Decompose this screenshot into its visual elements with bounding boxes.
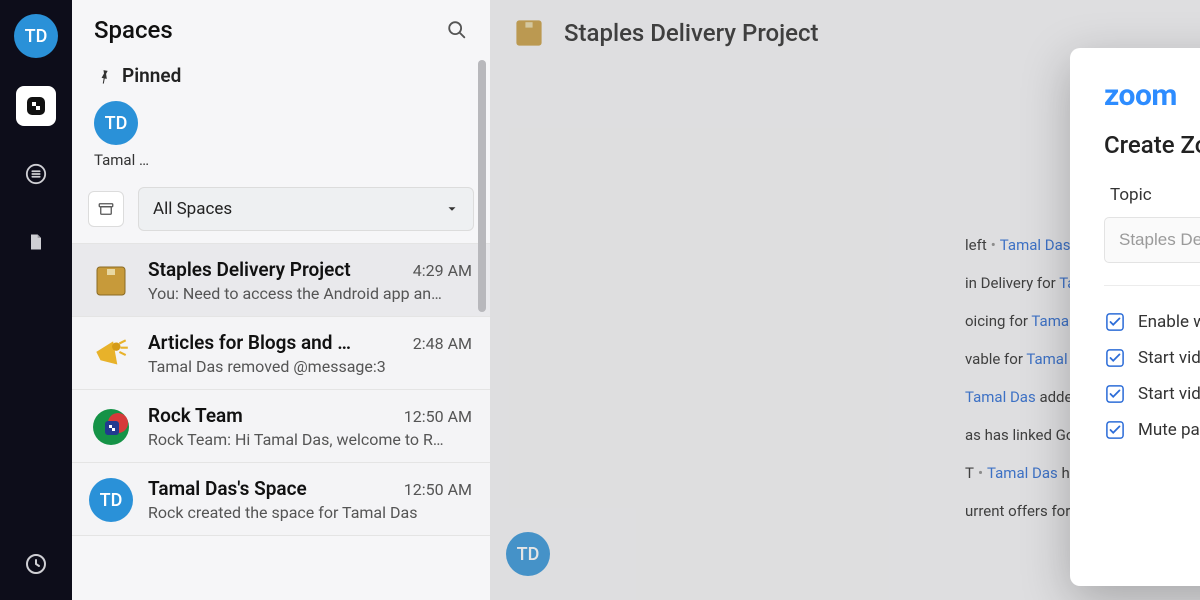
pinned-avatar: TD — [94, 101, 138, 145]
spaces-icon — [24, 94, 48, 118]
space-time: 12:50 AM — [404, 407, 472, 426]
option-host-video[interactable]: Start video when host joins the meeting — [1104, 340, 1200, 376]
space-name: Articles for Blogs and … — [148, 331, 351, 354]
main-panel: Staples Delivery Project Bring your proj… — [490, 0, 1200, 600]
user-avatar[interactable]: TD — [14, 14, 58, 58]
space-preview: Rock Team: Hi Tamal Das, welcome to R… — [148, 430, 472, 449]
search-icon[interactable] — [446, 19, 468, 41]
space-item-staples[interactable]: Staples Delivery Project 4:29 AM You: Nee… — [72, 244, 490, 317]
space-preview: You: Need to access the Android app an… — [148, 284, 472, 303]
zoom-meeting-modal: zoom Create Zoom Meeting Topic Enable wa… — [1070, 48, 1200, 586]
space-item-tamal[interactable]: TD Tamal Das's Space 12:50 AM Rock create… — [72, 463, 490, 536]
modal-title: Create Zoom Meeting — [1104, 131, 1200, 159]
space-time: 4:29 AM — [413, 261, 472, 280]
nav-history[interactable] — [16, 544, 56, 584]
modal-footer: Cancel Create — [1104, 510, 1200, 564]
pinned-user-name: Tamal … — [72, 147, 490, 179]
nav-list[interactable] — [16, 154, 56, 194]
initials-avatar: TD — [88, 477, 134, 523]
app-root: TD Spaces Pinned TD Tamal … — [0, 0, 1200, 600]
sidebar-title: Spaces — [94, 16, 173, 44]
space-filter-select[interactable]: All Spaces — [138, 187, 474, 231]
option-participant-video[interactable]: Start video when participants join the m… — [1104, 376, 1200, 412]
option-waiting-room[interactable]: Enable waiting room — [1104, 304, 1200, 340]
sidebar-header: Spaces — [72, 0, 490, 54]
archive-icon — [97, 200, 115, 218]
checkbox-checked-icon — [1106, 313, 1124, 331]
option-label: Enable waiting room — [1138, 312, 1200, 332]
rock-icon — [88, 404, 134, 450]
history-icon — [24, 552, 48, 576]
megaphone-icon — [88, 331, 134, 377]
space-name: Staples Delivery Project — [148, 258, 351, 281]
nav-rail: TD — [0, 0, 72, 600]
divider — [1104, 285, 1200, 286]
space-name: Tamal Das's Space — [148, 477, 307, 500]
topic-label: Topic — [1110, 185, 1200, 205]
spaces-sidebar: Spaces Pinned TD Tamal … All Spaces — [72, 0, 490, 600]
pinned-avatar-row[interactable]: TD — [72, 91, 490, 147]
space-preview: Tamal Das removed @message:3 — [148, 357, 472, 376]
checkbox-checked-icon — [1106, 421, 1124, 439]
topic-input[interactable] — [1104, 217, 1200, 263]
nav-docs[interactable] — [16, 222, 56, 262]
option-label: Mute participants upon entry — [1138, 420, 1200, 440]
zoom-logo: zoom — [1104, 78, 1200, 113]
space-item-rock[interactable]: Rock Team 12:50 AM Rock Team: Hi Tamal Da… — [72, 390, 490, 463]
space-list: Staples Delivery Project 4:29 AM You: Nee… — [72, 243, 490, 600]
space-name: Rock Team — [148, 404, 243, 427]
checkbox-checked-icon — [1106, 349, 1124, 367]
pinned-header: Pinned — [72, 54, 490, 91]
pinned-label: Pinned — [122, 64, 181, 87]
folder-icon — [88, 258, 134, 304]
space-time: 12:50 AM — [404, 480, 472, 499]
filter-bar: All Spaces — [72, 179, 490, 243]
space-item-articles[interactable]: Articles for Blogs and … 2:48 AM Tamal Da… — [72, 317, 490, 390]
chevron-down-icon — [445, 202, 459, 216]
archive-filter[interactable] — [88, 191, 124, 227]
space-time: 2:48 AM — [413, 334, 472, 353]
list-icon — [25, 163, 47, 185]
option-mute-entry[interactable]: Mute participants upon entry — [1104, 412, 1200, 448]
scrollbar[interactable] — [478, 60, 488, 360]
pin-icon — [94, 67, 112, 85]
filter-label: All Spaces — [153, 199, 232, 219]
space-preview: Rock created the space for Tamal Das — [148, 503, 472, 522]
document-icon — [26, 231, 46, 253]
nav-spaces[interactable] — [16, 86, 56, 126]
option-label: Start video when participants join the m… — [1138, 384, 1200, 404]
checkbox-checked-icon — [1106, 385, 1124, 403]
option-label: Start video when host joins the meeting — [1138, 348, 1200, 368]
